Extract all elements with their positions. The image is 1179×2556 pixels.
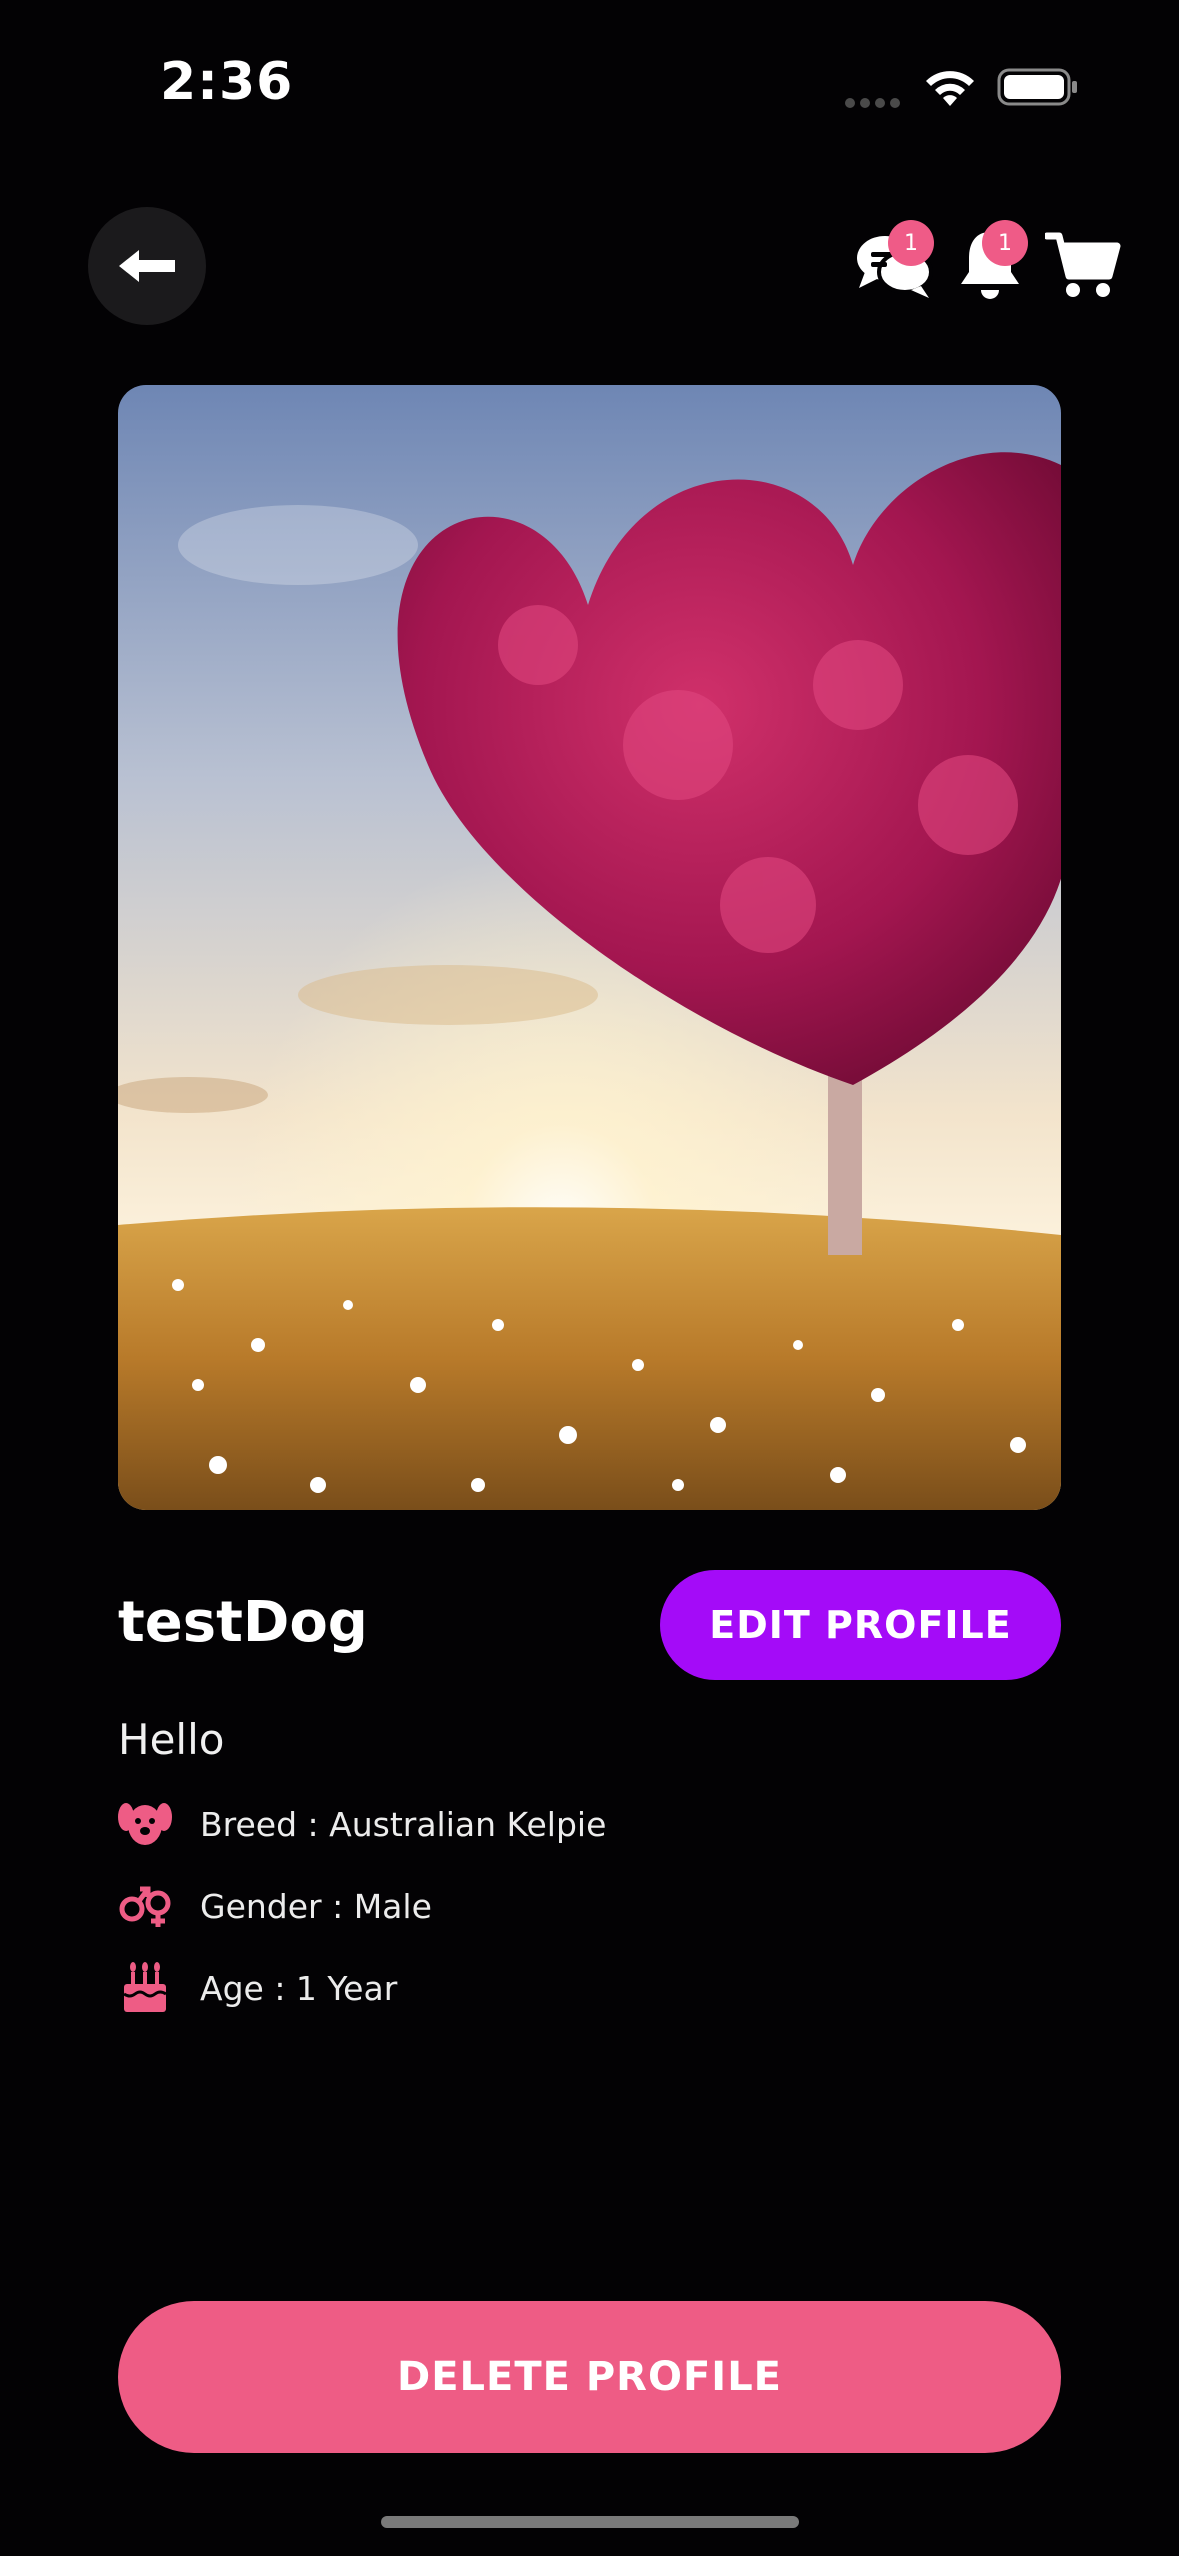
- wifi-icon: [923, 66, 977, 108]
- shopping-cart-icon: [1045, 232, 1121, 297]
- gender-text: Gender : Male: [200, 1886, 432, 1926]
- notification-badge: 1: [982, 220, 1028, 266]
- breed-text: Breed : Australian Kelpie: [200, 1804, 607, 1844]
- cellular-signal-icon: [845, 93, 905, 108]
- age-row: Age : 1 Year: [118, 1961, 397, 2015]
- birthday-cake-icon: [118, 1961, 172, 2015]
- chat-badge: 1: [888, 220, 934, 266]
- age-text: Age : 1 Year: [200, 1968, 398, 2008]
- delete-profile-button[interactable]: DELETE PROFILE: [118, 2301, 1061, 2453]
- arrow-left-icon: [119, 250, 175, 282]
- dog-face-icon: [118, 1797, 172, 1851]
- pet-name: testDog: [118, 1590, 368, 1655]
- edit-profile-button[interactable]: EDIT PROFILE: [660, 1570, 1061, 1680]
- status-time: 2:36: [160, 52, 294, 112]
- cart-button[interactable]: [1043, 225, 1123, 305]
- battery-icon: [997, 68, 1079, 106]
- profile-photo: [118, 385, 1061, 1510]
- home-indicator: [381, 2516, 799, 2528]
- gender-icon: [118, 1879, 172, 1933]
- gender-row: Gender : Male: [118, 1879, 432, 1933]
- pet-bio: Hello: [118, 1715, 225, 1764]
- breed-row: Breed : Australian Kelpie: [118, 1797, 606, 1851]
- back-button[interactable]: [88, 207, 206, 325]
